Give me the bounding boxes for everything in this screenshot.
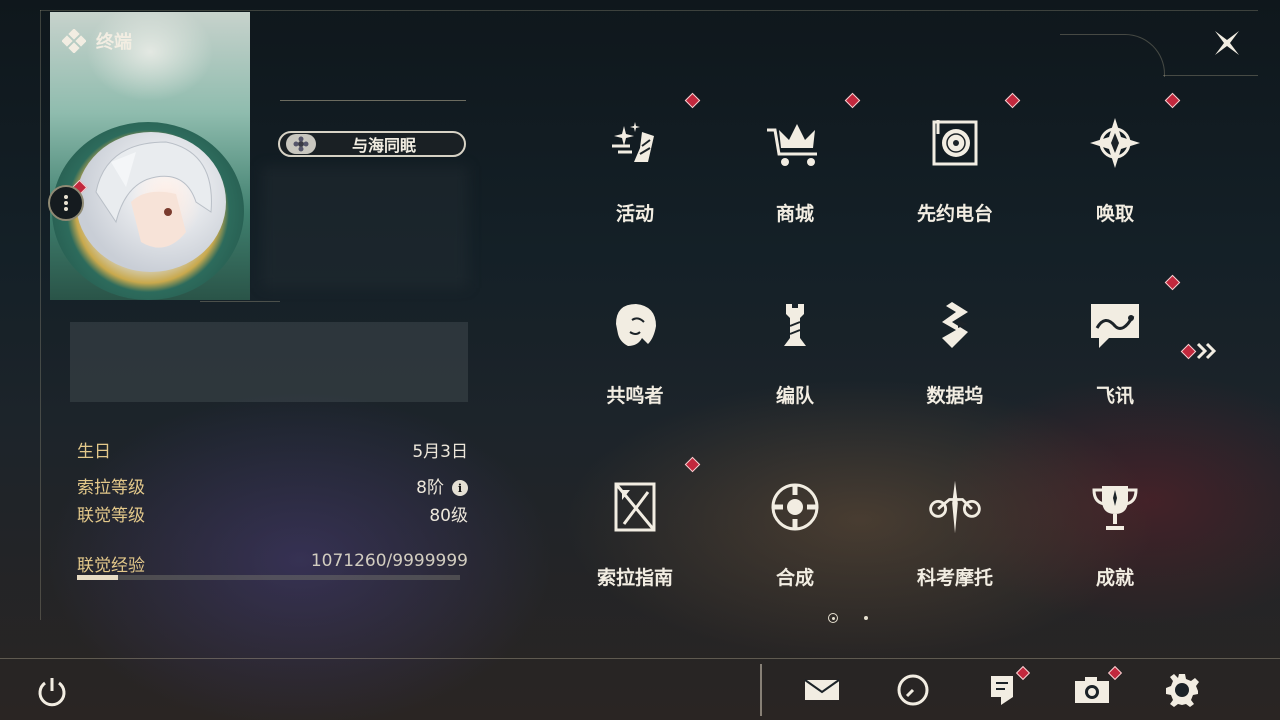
page-indicator [828,613,868,623]
notification-badge [844,92,861,109]
menu-item-radio[interactable]: 先约电台 [880,92,1030,265]
resonator-icon [605,297,665,353]
guide-icon [605,479,665,535]
page-dot-active[interactable] [828,613,838,623]
menu-item-label: 科考摩托 [916,567,993,589]
sol-level-row: 8阶 i [416,473,468,498]
terminal-header: 终端 [62,28,132,54]
notification-badge [1015,665,1031,681]
double-chevron-right-icon [1196,342,1217,360]
name-badge[interactable]: 与海同眠 [278,131,466,157]
menu-item-data-dock[interactable]: 数据坞 [880,277,1030,447]
notification-badge [1180,343,1197,360]
menu-item-motorcycle[interactable]: 科考摩托 [880,459,1030,629]
menu-item-shop[interactable]: 商城 [720,92,870,265]
menu-item-synthesis[interactable]: 合成 [720,459,870,629]
radio-icon [925,115,985,171]
camera-button[interactable] [1072,665,1123,710]
synthesis-icon [765,479,825,535]
menu-item-resonators[interactable]: 共鸣者 [560,277,710,447]
page-dot[interactable] [864,616,868,620]
divider [200,301,280,302]
chat-icon [1085,297,1145,353]
notification-badge [684,92,701,109]
flower-icon [286,134,316,154]
mail-button[interactable] [802,670,842,710]
compass-star-icon [1085,115,1145,171]
divider [280,100,466,101]
page-title: 终端 [96,32,132,53]
notification-badge [1164,92,1181,109]
union-level-label: 联觉等级 [77,506,145,526]
menu-item-label: 先约电台 [916,203,993,225]
exp-progress-fill [77,575,118,580]
frame-line-right [1163,75,1258,76]
frame-line-top [40,10,1258,11]
close-button[interactable] [1208,24,1246,62]
menu-item-guidebook[interactable]: 索拉指南 [560,456,710,629]
name-badge-label: 与海同眠 [351,136,416,155]
power-button[interactable] [34,674,70,710]
menu-item-team[interactable]: 编队 [720,277,870,447]
menu-item-messages[interactable]: 飞讯 [1040,274,1190,447]
exp-progress-bar [77,575,460,580]
union-level-value: 80级 [429,506,468,526]
notification-badge [1004,92,1021,109]
motorcycle-icon [925,479,985,535]
menu-item-label: 索拉指南 [596,567,673,589]
divider [760,664,762,716]
menu-item-label: 商城 [775,203,814,225]
birthday-value: 5月3日 [412,442,468,462]
menu-item-label: 飞讯 [1095,385,1134,407]
info-icon[interactable]: i [452,480,468,496]
clock-button[interactable] [893,670,933,710]
avatar[interactable] [76,132,226,272]
menu-item-label: 唤取 [1095,203,1134,225]
menu-item-label: 编队 [775,385,814,407]
menu-item-achievements[interactable]: 成就 [1040,459,1190,629]
frame-corner [1060,34,1165,77]
menu-item-label: 合成 [775,567,814,589]
menu-item-label: 成就 [1095,567,1134,589]
notification-badge [1164,274,1181,291]
frame-line-left [40,10,41,620]
chess-icon [765,297,825,353]
sol-level-value: 8阶 [416,478,444,498]
settings-button[interactable] [1162,670,1202,710]
union-exp-value: 1071260/9999999 [310,551,468,571]
signature-area [70,322,468,402]
menu-item-label: 数据坞 [926,385,984,407]
notes-icon [991,676,1013,705]
notification-badge [684,456,701,473]
trophy-icon [1085,479,1145,535]
more-options-button[interactable] [48,185,84,221]
clock-icon [897,674,929,706]
camera-icon [1075,677,1109,703]
power-icon [38,678,66,707]
data-dock-icon [925,297,985,353]
menu-item-convene[interactable]: 唤取 [1040,92,1190,265]
blurred-region [262,166,468,288]
birthday-label: 生日 [77,442,111,462]
close-icon [1215,31,1239,55]
menu-item-activity[interactable]: 活动 [560,92,710,265]
vertical-dots-icon [64,195,68,211]
frame-line-bottom [0,658,1280,659]
union-exp-label: 联觉经验 [77,556,145,576]
menu-item-label: 活动 [615,203,654,225]
crown-cart-icon [765,115,825,171]
notes-button[interactable] [982,665,1031,710]
next-page-button[interactable] [1180,340,1220,362]
settings-icon [1166,674,1199,707]
mail-icon [804,679,840,700]
terminal-icon [62,29,86,53]
menu-item-label: 共鸣者 [606,385,664,407]
sol-level-label: 索拉等级 [77,478,145,498]
activity-icon [605,115,665,171]
